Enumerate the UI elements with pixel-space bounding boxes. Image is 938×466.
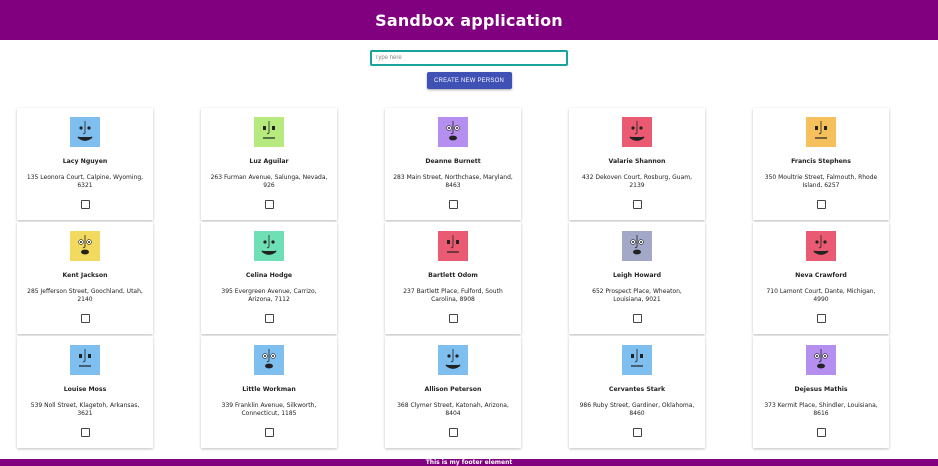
person-checkbox[interactable] (448, 428, 458, 437)
person-checkbox[interactable] (632, 428, 642, 437)
search-input[interactable] (370, 50, 568, 66)
person-checkbox[interactable] (264, 428, 274, 437)
monster-avatar-icon (70, 117, 100, 147)
person-checkbox[interactable] (80, 428, 90, 437)
person-checkbox[interactable] (816, 314, 826, 323)
person-address: 539 Noll Street, Klagetoh, Arkansas, 362… (30, 402, 140, 417)
footer-text: This is my footer element (425, 459, 513, 466)
person-card: Little Workman 339 Franklin Avenue, Silkw… (201, 336, 337, 448)
monster-avatar-icon (70, 231, 100, 261)
person-card: Louise Moss 539 Noll Street, Klagetoh, Ar… (17, 336, 153, 448)
monster-avatar-icon (806, 117, 836, 147)
person-card: Cervantes Stark 986 Ruby Street, Gardiner… (569, 336, 705, 448)
person-name: Louise Moss (63, 386, 107, 393)
person-card: Lacy Nguyen 135 Leonora Court, Calpine, W… (17, 108, 153, 220)
person-address: 710 Lamont Court, Dante, Michigan, 4990 (766, 288, 876, 303)
person-card: Francis Stephens 350 Moultrie Street, Fal… (753, 108, 889, 220)
person-address: 285 Jefferson Street, Goochland, Utah, 2… (27, 288, 143, 303)
app-header: Sandbox application (0, 0, 938, 40)
person-card: Luz Aguilar 263 Furman Avenue, Salunga, N… (201, 108, 337, 220)
person-name: Celina Hodge (245, 272, 293, 279)
monster-avatar-icon (806, 345, 836, 375)
person-checkbox[interactable] (264, 200, 274, 209)
person-card: Allison Peterson 368 Clymer Street, Katon… (385, 336, 521, 448)
person-address: 237 Bartlett Place, Fulford, South Carol… (403, 288, 503, 303)
person-address: 395 Evergreen Avenue, Carrizo, Arizona, … (221, 288, 317, 303)
person-checkbox[interactable] (264, 314, 274, 323)
person-card: Valarie Shannon 432 Dekoven Court, Rosbur… (569, 108, 705, 220)
person-address: 368 Clymer Street, Katonah, Arizona, 840… (397, 402, 509, 417)
person-name: Leigh Howard (612, 272, 662, 279)
monster-avatar-icon (254, 345, 284, 375)
person-checkbox[interactable] (80, 314, 90, 323)
person-card: Celina Hodge 395 Evergreen Avenue, Carriz… (201, 222, 337, 334)
person-checkbox[interactable] (80, 200, 90, 209)
create-new-person-button[interactable]: CREATE NEW PERSON (426, 72, 512, 89)
person-name: Valarie Shannon (608, 158, 666, 165)
monster-avatar-icon (622, 345, 652, 375)
monster-avatar-icon (806, 231, 836, 261)
monster-avatar-icon (254, 117, 284, 147)
person-name: Francis Stephens (791, 158, 851, 165)
person-checkbox[interactable] (448, 200, 458, 209)
monster-avatar-icon (438, 117, 468, 147)
person-card: Neva Crawford 710 Lamont Court, Dante, Mi… (753, 222, 889, 334)
person-checkbox[interactable] (816, 428, 826, 437)
person-address: 135 Leonora Court, Calpine, Wyoming, 632… (26, 174, 144, 189)
monster-avatar-icon (622, 231, 652, 261)
person-name: Deanne Burnett (425, 158, 481, 165)
person-address: 652 Prospect Place, Wheaton, Louisiana, … (592, 288, 682, 303)
app-title: Sandbox application (375, 10, 563, 30)
person-name: Bartlett Odom (428, 272, 478, 279)
person-address: 986 Ruby Street, Gardiner, Oklahoma, 846… (579, 402, 695, 417)
person-name: Luz Aguilar (249, 158, 289, 165)
person-card: Deanne Burnett 283 Main Street, Northchas… (385, 108, 521, 220)
footer: This is my footer element (0, 459, 938, 466)
monster-avatar-icon (438, 231, 468, 261)
person-name: Kent Jackson (62, 272, 108, 279)
people-grid: Lacy Nguyen 135 Leonora Court, Calpine, W… (17, 108, 889, 448)
person-address: 432 Dekoven Court, Rosburg, Guam, 2139 (581, 174, 693, 189)
person-name: Dejesus Mathis (794, 386, 848, 393)
person-address: 339 Franklin Avenue, Silkworth, Connecti… (221, 402, 317, 417)
person-name: Neva Crawford (795, 272, 847, 279)
person-name: Allison Peterson (424, 386, 482, 393)
monster-avatar-icon (70, 345, 100, 375)
person-card: Dejesus Mathis 373 Kermit Place, Shindler… (753, 336, 889, 448)
person-checkbox[interactable] (632, 314, 642, 323)
person-checkbox[interactable] (632, 200, 642, 209)
person-address: 263 Furman Avenue, Salunga, Nevada, 926 (210, 174, 328, 189)
person-address: 373 Kermit Place, Shindler, Louisiana, 8… (764, 402, 878, 417)
person-checkbox[interactable] (816, 200, 826, 209)
person-card: Bartlett Odom 237 Bartlett Place, Fulford… (385, 222, 521, 334)
monster-avatar-icon (622, 117, 652, 147)
person-card: Kent Jackson 285 Jefferson Street, Goochl… (17, 222, 153, 334)
monster-avatar-icon (254, 231, 284, 261)
controls: CREATE NEW PERSON (0, 40, 938, 89)
person-name: Lacy Nguyen (62, 158, 108, 165)
person-name: Cervantes Stark (608, 386, 666, 393)
monster-avatar-icon (438, 345, 468, 375)
person-card: Leigh Howard 652 Prospect Place, Wheaton,… (569, 222, 705, 334)
person-address: 283 Main Street, Northchase, Maryland, 8… (393, 174, 513, 189)
person-address: 350 Moultrie Street, Falmouth, Rhode Isl… (764, 174, 878, 189)
person-name: Little Workman (242, 386, 296, 393)
person-checkbox[interactable] (448, 314, 458, 323)
